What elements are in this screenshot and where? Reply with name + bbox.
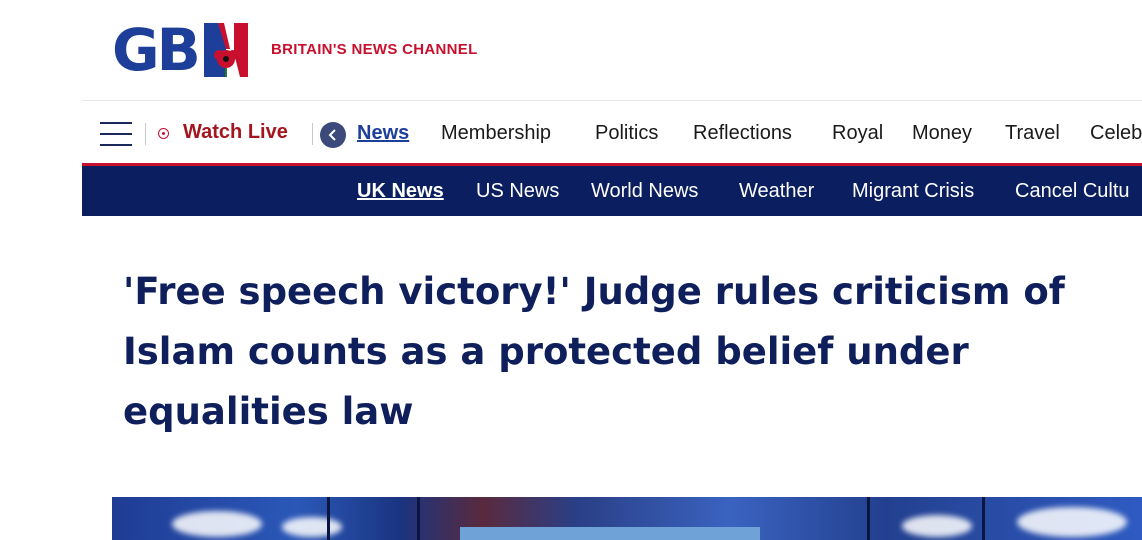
primary-nav: Watch Live News Membership Politics Refl… [82,101,1142,166]
hamburger-menu-icon[interactable] [100,122,132,146]
nav-divider [145,123,146,145]
subnav-uk-news[interactable]: UK News [357,180,444,203]
subnav-cancel-culture[interactable]: Cancel Cultu [1015,180,1130,203]
nav-item-travel[interactable]: Travel [1005,122,1060,145]
nav-divider [312,123,313,145]
brand-tagline: BRITAIN'S NEWS CHANNEL [271,41,478,58]
chevron-left-icon[interactable] [320,122,346,148]
article-hero-image[interactable] [112,497,1142,540]
subnav-world-news[interactable]: World News [591,180,698,203]
article-headline: 'Free speech victory!' Judge rules criti… [123,270,1065,433]
nav-item-membership[interactable]: Membership [441,122,551,145]
live-indicator-icon [158,128,169,139]
subnav-weather[interactable]: Weather [739,180,814,203]
subnav-migrant-crisis[interactable]: Migrant Crisis [852,180,974,203]
watch-live-link[interactable]: Watch Live [183,121,288,144]
nav-item-royal[interactable]: Royal [832,122,883,145]
subnav-us-news[interactable]: US News [476,180,559,203]
gbnews-logo[interactable]: GB [112,16,248,84]
logo-wordmark: GB [112,16,201,84]
nav-item-celeb[interactable]: Celeb [1090,122,1142,145]
site-header: GB BRITAIN'S NEWS CHANNEL [0,0,1142,100]
nav-item-money[interactable]: Money [912,122,972,145]
secondary-nav: UK News US News World News Weather Migra… [82,166,1142,216]
nav-item-politics[interactable]: Politics [595,122,658,145]
union-flag-poppy-icon [203,23,248,77]
nav-item-reflections[interactable]: Reflections [693,122,792,145]
nav-item-news[interactable]: News [357,122,409,145]
